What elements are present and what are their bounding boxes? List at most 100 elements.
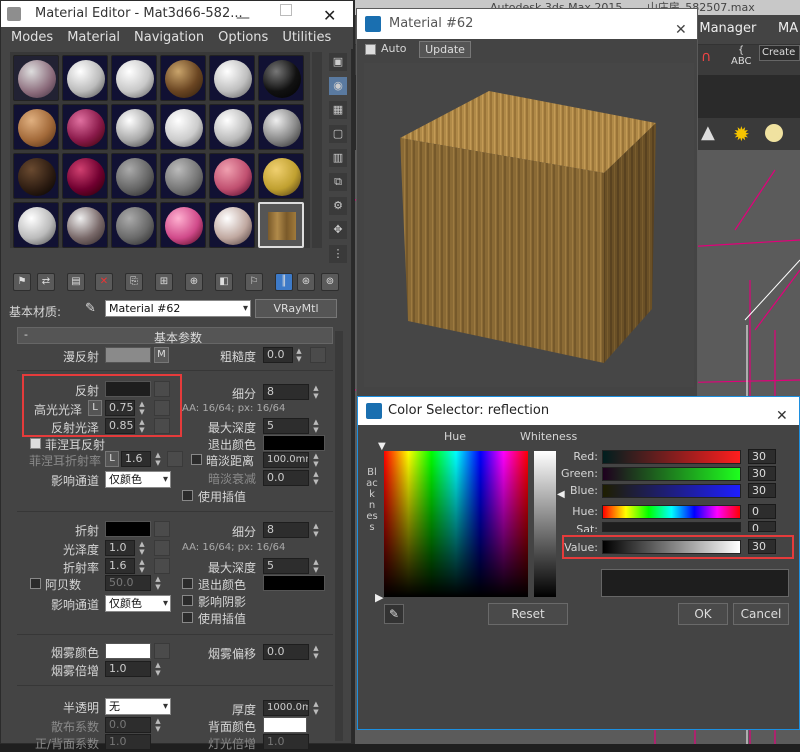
refr-max-depth-field[interactable]: 5 — [263, 558, 309, 574]
params-scrollbar[interactable] — [335, 331, 343, 741]
fog-color-map-button[interactable] — [154, 643, 170, 659]
sample-slot[interactable] — [209, 202, 255, 248]
uv-tiling-icon[interactable]: ▢ — [329, 125, 347, 143]
blackness-pointer-icon[interactable]: ▶ — [375, 591, 383, 604]
diffuse-map-button[interactable]: M — [154, 347, 169, 363]
slots-scrollbar[interactable] — [312, 52, 322, 248]
affect-channels-dropdown[interactable]: 仅颜色 — [105, 471, 171, 488]
sample-slot[interactable] — [13, 55, 59, 101]
refract-map-button[interactable] — [154, 521, 170, 537]
go-to-sibling-icon[interactable]: ⊚ — [321, 273, 339, 291]
create-selection-set-field[interactable]: Create S — [759, 45, 800, 61]
roughness-spinner[interactable]: ▲ ▼ — [294, 347, 304, 363]
sample-slot[interactable] — [13, 202, 59, 248]
show-end-result-icon[interactable]: ║ — [275, 273, 293, 291]
magnet-icon[interactable]: ∩ — [701, 49, 715, 67]
sample-slot[interactable] — [111, 153, 157, 199]
max-depth-field[interactable]: 5 — [263, 418, 309, 434]
back-color-swatch[interactable] — [263, 717, 307, 733]
refr-affect-channels-dropdown[interactable]: 仅颜色 — [105, 595, 171, 612]
dim-distance-field[interactable]: 100.0mm — [263, 452, 309, 468]
material-id-channel-icon[interactable]: ◧ — [215, 273, 233, 291]
material-name-field[interactable]: Material #62 — [105, 300, 251, 317]
gloss-map-button[interactable] — [154, 540, 170, 556]
sample-slot[interactable] — [258, 104, 304, 150]
exit-color-swatch[interactable] — [263, 435, 325, 451]
sphere-light-icon[interactable] — [765, 124, 783, 142]
eyedropper-icon[interactable]: ✎ — [384, 604, 404, 624]
reset-map-icon[interactable]: ✕ — [95, 273, 113, 291]
use-interp-checkbox[interactable] — [182, 490, 193, 501]
sample-slot[interactable] — [111, 55, 157, 101]
sample-slot[interactable] — [62, 153, 108, 199]
sample-slot[interactable] — [160, 202, 206, 248]
thickness-field[interactable]: 1000.0mm — [263, 700, 309, 716]
abc-icon[interactable]: { ABC — [731, 45, 752, 69]
roughness-map-button[interactable] — [310, 347, 326, 363]
fog-bias-spinner[interactable]: ▲ ▼ — [311, 644, 321, 660]
fog-mult-field[interactable]: 1.0 — [105, 661, 151, 677]
translucency-dropdown[interactable]: 无 — [105, 698, 171, 715]
assign-material-icon[interactable]: ▤ — [67, 273, 85, 291]
dim-distance-spinner[interactable]: ▲ ▼ — [311, 452, 321, 468]
make-unique-icon[interactable]: ⊞ — [155, 273, 173, 291]
sample-slot[interactable] — [209, 104, 255, 150]
color-selector-close-icon[interactable]: ✕ — [776, 402, 788, 430]
sample-slot[interactable] — [13, 104, 59, 150]
auto-checkbox[interactable] — [365, 44, 376, 55]
sample-slot[interactable] — [111, 202, 157, 248]
dim-falloff-spinner[interactable]: ▲ ▼ — [311, 470, 321, 486]
green-field[interactable]: 30 — [748, 466, 776, 481]
affect-shadows-checkbox[interactable] — [182, 595, 193, 606]
max-menu-fragment[interactable]: MA — [778, 21, 798, 36]
fresnel-checkbox[interactable] — [30, 438, 41, 449]
sample-slot-selected[interactable] — [258, 202, 304, 248]
copy-material-icon[interactable]: ⎘ — [125, 273, 143, 291]
close-icon[interactable]: ✕ — [323, 3, 336, 29]
red-field[interactable]: 30 — [748, 449, 776, 464]
max-depth-spinner[interactable]: ▲ ▼ — [311, 418, 321, 434]
refr-subdivs-spinner[interactable]: ▲ ▼ — [311, 522, 321, 538]
put-to-scene-icon[interactable]: ⇄ — [37, 273, 55, 291]
ok-button[interactable]: OK — [678, 603, 728, 625]
sat-slider[interactable] — [602, 522, 741, 532]
teapot-icon[interactable]: ▲ — [701, 122, 723, 144]
red-slider[interactable] — [602, 450, 741, 464]
sample-slot[interactable] — [209, 153, 255, 199]
sample-slot[interactable] — [13, 153, 59, 199]
ior-map-button[interactable] — [154, 558, 170, 574]
fresnel-ior-field[interactable]: 1.6 — [121, 451, 151, 467]
blue-slider[interactable] — [602, 484, 741, 498]
subdivs-field[interactable]: 8 — [263, 384, 309, 400]
material-type-button[interactable]: VRayMtl — [255, 299, 337, 318]
maximize-icon[interactable] — [280, 4, 292, 16]
fwd-back-field[interactable]: 1.0 — [105, 734, 151, 750]
reset-button[interactable]: Reset — [488, 603, 568, 625]
sample-slot[interactable] — [160, 153, 206, 199]
abbe-checkbox[interactable] — [30, 578, 41, 589]
light-mult-field[interactable]: 1.0 — [263, 734, 309, 750]
dim-falloff-field[interactable]: 0.0 — [263, 470, 309, 486]
diffuse-color-swatch[interactable] — [105, 347, 151, 363]
update-button[interactable]: Update — [419, 41, 471, 58]
ior-spinner[interactable]: ▲ ▼ — [137, 558, 147, 574]
fresnel-lock-button[interactable]: L — [105, 451, 119, 467]
refr-exit-color-swatch[interactable] — [263, 575, 325, 591]
gloss-field[interactable]: 1.0 — [105, 540, 135, 556]
sample-slot[interactable] — [62, 202, 108, 248]
video-color-icon[interactable]: ▥ — [329, 149, 347, 167]
thickness-spinner[interactable]: ▲ ▼ — [311, 700, 321, 716]
go-to-parent-icon[interactable]: ⊛ — [297, 273, 315, 291]
hue-slider[interactable] — [602, 505, 741, 519]
material-map-navigator-icon[interactable]: ⋮ — [329, 245, 347, 263]
sample-slot[interactable] — [258, 153, 304, 199]
background-icon[interactable]: ▦ — [329, 101, 347, 119]
fog-color-swatch[interactable] — [105, 643, 151, 659]
sample-slot[interactable] — [160, 55, 206, 101]
subdivs-spinner[interactable]: ▲ ▼ — [311, 384, 321, 400]
hue-blackness-picker[interactable] — [384, 451, 528, 597]
fog-mult-spinner[interactable]: ▲ ▼ — [153, 661, 163, 677]
dim-distance-checkbox[interactable] — [191, 454, 202, 465]
refr-use-interp-checkbox[interactable] — [182, 612, 193, 623]
whiteness-slider[interactable] — [534, 451, 556, 597]
